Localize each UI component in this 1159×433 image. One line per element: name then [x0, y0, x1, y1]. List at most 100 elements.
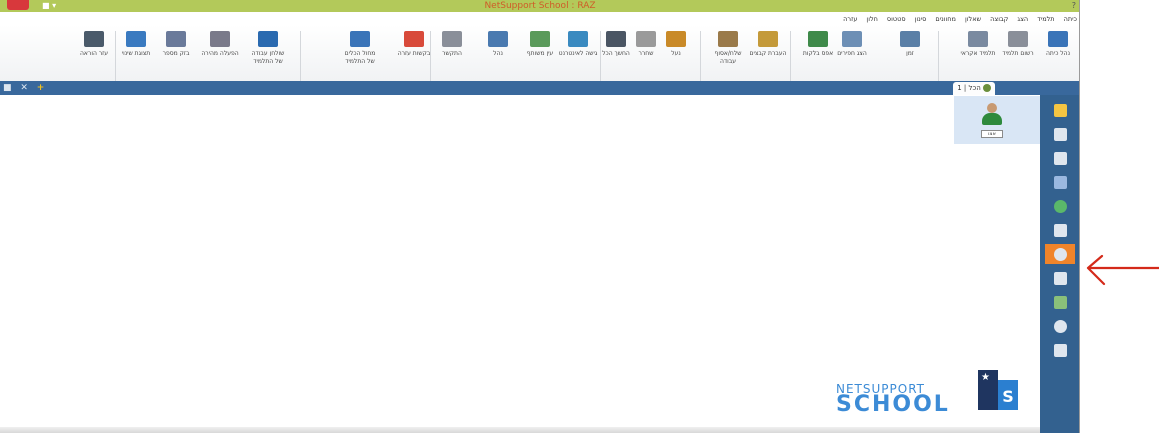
student-tools-button[interactable]: מחול הכלים של התלמיד [340, 31, 380, 66]
blank-screen-label: החשך הכל [602, 50, 630, 57]
clock-icon [1053, 319, 1067, 333]
quiz-label: זמן [906, 50, 914, 57]
send-collect-label: שלח/אסוף עבודה [714, 50, 742, 65]
tab-all-group[interactable]: הכל | 1 [953, 82, 995, 95]
class-icon [1048, 31, 1068, 47]
usb-icon [1053, 295, 1067, 309]
internet-label: גישה לאינטרנט [558, 50, 598, 57]
student-name-label: אצו [981, 130, 1003, 138]
window-title: NetSupport School : RAZ [484, 1, 596, 11]
register-label: רשום תלמיד [1002, 50, 1034, 57]
sidebar-item-stats[interactable] [1045, 340, 1075, 360]
launch-button[interactable]: הפעלה מהירה [200, 31, 240, 58]
shared-view-button[interactable]: עין משותף [520, 31, 560, 58]
file-transfer-icon [758, 31, 778, 47]
reset-icon [808, 31, 828, 47]
lock-icon [666, 31, 686, 47]
file-transfer-button[interactable]: העברת קבצים [748, 31, 788, 58]
change-label: תצוגת שינוי [121, 50, 151, 57]
control-button[interactable]: נהל [478, 31, 518, 58]
sidebar-item-audio[interactable] [1045, 148, 1075, 168]
student-tools-label: מחול הכלים של התלמיד [344, 50, 376, 65]
register-icon [1008, 31, 1028, 47]
internet-button[interactable]: גישה לאינטרנט [558, 31, 598, 58]
menu-item-view[interactable]: הצג [1017, 13, 1028, 25]
manage-class-label: נהל כיתה [1045, 50, 1071, 57]
help-button[interactable]: ? [1072, 0, 1076, 12]
student-thumbnail[interactable]: אצו [954, 96, 1040, 144]
group-tab-label: הכל | 1 [957, 84, 981, 92]
globe-icon [530, 31, 550, 47]
chat-button[interactable]: התקשר [432, 31, 472, 58]
control-icon [488, 31, 508, 47]
ribbon-separator [938, 31, 939, 83]
manage-class-button[interactable]: נהל כיתה [1038, 31, 1078, 58]
sidebar-item-web[interactable] [1045, 196, 1075, 216]
lock-label: אפס בלקות [802, 50, 834, 57]
sidebar-item-quiz[interactable] [1045, 244, 1075, 264]
add-view-icon[interactable]: + [37, 83, 48, 93]
worksheet-button[interactable]: שולחן עבודה של התלמיד [248, 31, 288, 66]
thumbnail-button[interactable]: בזק מספר [156, 31, 196, 58]
menu-item-help[interactable]: עזרה [843, 13, 857, 25]
logo-mark-letter: S [998, 380, 1018, 410]
help-request-label: בקשות עזרה [397, 50, 431, 57]
unlock-icon [636, 31, 656, 47]
guide-icon [84, 31, 104, 47]
grid-icon [1053, 127, 1067, 141]
title-bar: ■ ▾ NetSupport School : RAZ ? [0, 0, 1079, 12]
outside-area [1080, 0, 1159, 433]
call-student-button[interactable]: תלמיד אקראי [958, 31, 998, 58]
file-transfer-label: העברת קבצים [749, 50, 787, 57]
menu-item-filter[interactable]: סינון [915, 13, 927, 25]
show-button[interactable]: הצג חפירים [832, 31, 872, 58]
change-button[interactable]: תצוגת שינוי [116, 31, 156, 58]
thumbnail-icon [166, 31, 186, 47]
sidebar-item-devices[interactable] [1045, 292, 1075, 312]
menu-item-window[interactable]: חלון [866, 13, 877, 25]
send-collect-button[interactable]: שלח/אסוף עבודה [708, 31, 748, 66]
view-tab-strip: ■ ✕ + הכל | 1 [0, 81, 1079, 95]
menu-item-indicators[interactable]: מחוונים [935, 13, 956, 25]
netsupport-school-window: ■ ▾ NetSupport School : RAZ ? כיתה תלמיד… [0, 0, 1080, 433]
launch-icon [210, 31, 230, 47]
launch-label: הפעלה מהירה [201, 50, 239, 57]
thumbnail-label: בזק מספר [162, 50, 190, 57]
chat-icon [442, 31, 462, 47]
sidebar-item-apps[interactable] [1045, 220, 1075, 240]
internet-icon [568, 31, 588, 47]
help-request-button[interactable]: בקשות עזרה [394, 31, 434, 58]
timer-icon [900, 31, 920, 47]
send-collect-icon [718, 31, 738, 47]
view-controls[interactable]: ■ ✕ + [3, 81, 47, 95]
sidebar-item-home[interactable] [1045, 100, 1075, 120]
menu-item-student[interactable]: תלמיד [1037, 13, 1054, 25]
pie-chart-icon [1053, 247, 1067, 261]
guide-button[interactable]: עזר הוראה [74, 31, 114, 58]
sidebar-item-print[interactable] [1045, 268, 1075, 288]
globe-icon [1053, 199, 1067, 213]
menu-item-class[interactable]: כיתה [1064, 13, 1077, 25]
menu-item-group[interactable]: קבוצה [990, 13, 1008, 25]
lock-button[interactable]: אפס בלקות [798, 31, 838, 58]
register-button[interactable]: רשום תלמיד [998, 31, 1038, 58]
logo-star-icon: ★ [981, 372, 990, 383]
window-icon [1053, 223, 1067, 237]
control-label: נהל [493, 50, 503, 57]
sidebar-item-grid[interactable] [1045, 124, 1075, 144]
home-icon [1053, 103, 1067, 117]
logo-school-text: SCHOOL [836, 392, 950, 417]
quiz-button[interactable]: זמן [890, 31, 930, 58]
right-sidebar [1040, 95, 1079, 433]
headphones-icon [1053, 151, 1067, 165]
menu-item-survey[interactable]: שאלון [965, 13, 981, 25]
menu-item-status[interactable]: סטטוס [887, 13, 906, 25]
sidebar-item-security[interactable] [1045, 172, 1075, 192]
netsupport-school-logo: NETSUPPORT SCHOOL ★ S [836, 370, 1026, 420]
blank-screen-button[interactable]: החשך הכל [596, 31, 636, 58]
sidebar-item-history[interactable] [1045, 316, 1075, 336]
annotation-arrow-icon [1086, 254, 1159, 286]
ribbon-separator [300, 31, 301, 83]
ribbon-separator [430, 31, 431, 83]
ribbon-separator [790, 31, 791, 83]
